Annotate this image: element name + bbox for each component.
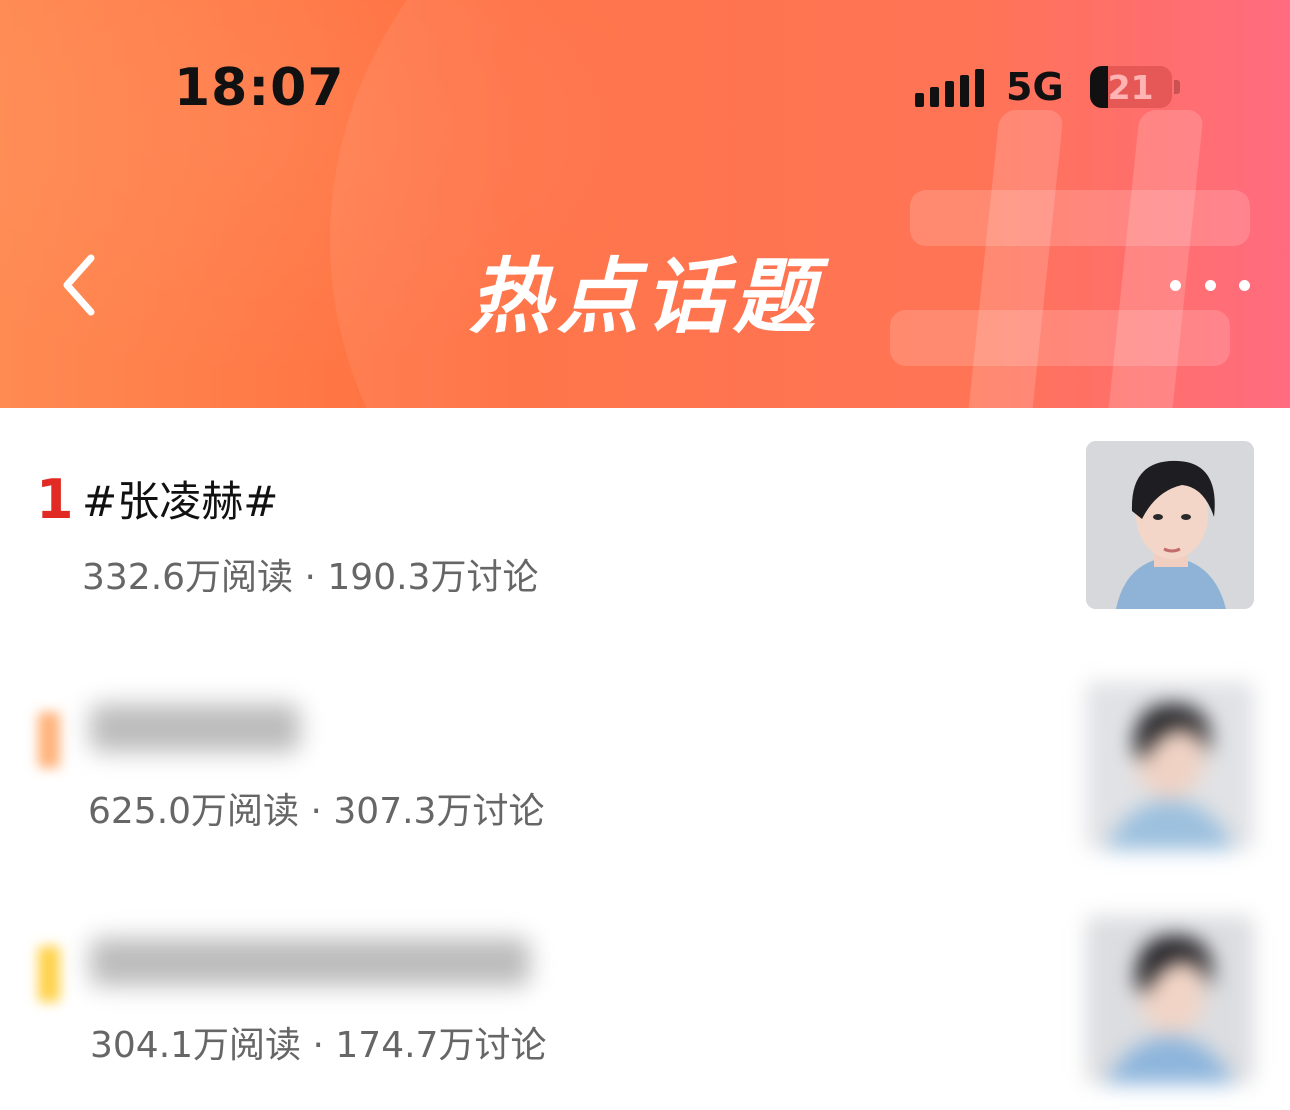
more-dot-icon: [1170, 279, 1181, 291]
topic-title-blurred[interactable]: [90, 938, 530, 986]
battery-icon: 21: [1089, 66, 1172, 108]
more-dot-icon: [1204, 279, 1216, 291]
rank-badge-blurred: [38, 712, 60, 768]
signal-icon: [915, 67, 984, 107]
topic-thumbnail[interactable]: [1086, 441, 1254, 609]
page-title: 热点话题: [469, 250, 821, 345]
battery-nub: [1173, 80, 1180, 94]
network-label: 5G: [1006, 65, 1064, 109]
rank-badge-blurred: [38, 946, 60, 1002]
topic-stats: 625.0万阅读 · 307.3万讨论: [88, 791, 545, 832]
topic-thumbnail[interactable]: [1086, 916, 1254, 1084]
topic-title[interactable]: #张凌赫#: [82, 468, 278, 529]
person-photo-icon: [1086, 441, 1254, 609]
status-time: 18:07: [174, 58, 345, 118]
topic-stats: 332.6万阅读 · 190.3万讨论: [82, 557, 539, 598]
topic-row[interactable]: 304.1万阅读 · 174.7万讨论: [0, 876, 1290, 1110]
person-photo-icon: [1086, 916, 1254, 1084]
topic-thumbnail[interactable]: [1086, 682, 1254, 850]
topic-stats: 304.1万阅读 · 174.7万讨论: [90, 1025, 547, 1066]
topic-row[interactable]: 625.0万阅读 · 307.3万讨论: [0, 642, 1290, 876]
topic-title-blurred[interactable]: [90, 704, 300, 752]
header: 18:07 5G 21 热点话题: [0, 0, 1290, 408]
more-dot-icon: [1239, 279, 1250, 291]
topic-row[interactable]: 1 #张凌赫# 332.6万阅读 · 190.3万讨论: [0, 408, 1290, 642]
battery-percent: 21: [1107, 67, 1154, 107]
rank-number: 1: [36, 468, 74, 531]
status-indicators: 5G 21: [915, 62, 1180, 112]
more-button[interactable]: [1170, 270, 1250, 300]
person-photo-icon: [1086, 682, 1254, 850]
topic-list: 1 #张凌赫# 332.6万阅读 · 190.3万讨论 625.0万阅读 · 3…: [0, 408, 1290, 1110]
